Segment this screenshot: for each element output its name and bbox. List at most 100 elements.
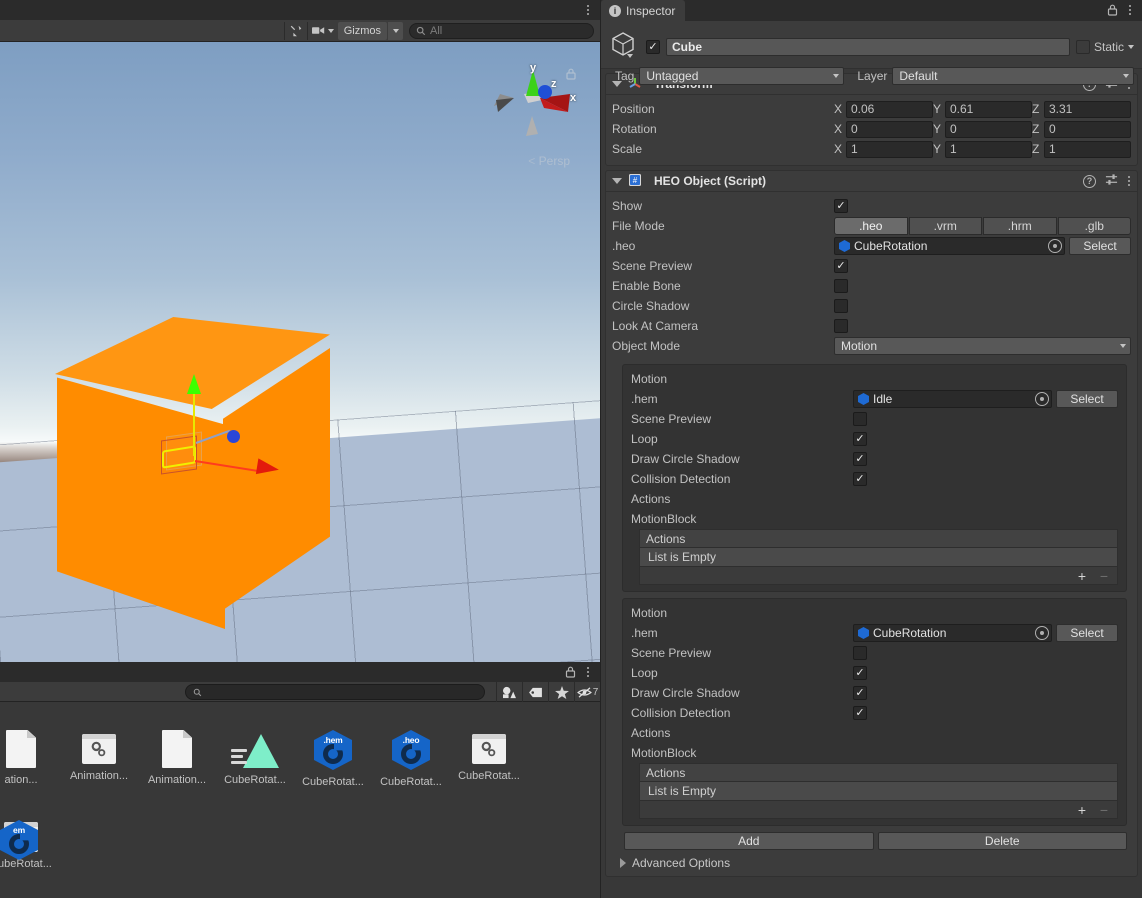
collision-detection-checkbox[interactable] — [853, 706, 867, 720]
project-lock-icon[interactable] — [565, 666, 576, 678]
gizmos-dropdown-arrow-icon[interactable] — [387, 21, 403, 40]
camera-dropdown-arrow-icon[interactable] — [327, 28, 334, 33]
hem-object-field[interactable]: CubeRotation — [853, 624, 1052, 642]
look-at-camera-checkbox[interactable] — [834, 319, 848, 333]
show-checkbox[interactable] — [834, 199, 848, 213]
delete-motion-button[interactable]: Delete — [877, 832, 1127, 850]
heo-select-button[interactable]: Select — [1069, 237, 1131, 255]
circle-shadow-checkbox[interactable] — [834, 299, 848, 313]
position-z-input[interactable]: 3.31 — [1044, 100, 1131, 118]
gameobject-enabled-checkbox[interactable] — [646, 40, 660, 54]
rotation-y-input[interactable]: 0 — [945, 120, 1032, 138]
static-dropdown-arrow-icon[interactable] — [1128, 45, 1134, 49]
scale-y-input[interactable]: 1 — [945, 140, 1032, 158]
scene-viewport[interactable]: y x z < Persp — [0, 42, 600, 662]
heo-object-menu-icon[interactable] — [1127, 174, 1131, 188]
tag-dropdown[interactable]: Untagged — [639, 67, 845, 85]
project-search-input[interactable] — [185, 684, 485, 700]
move-gizmo-y-axis[interactable] — [193, 388, 195, 456]
favorites-star-icon[interactable] — [548, 682, 574, 702]
scene-orientation-gizmo[interactable]: y x z < Persp — [488, 62, 578, 172]
add-action-button[interactable]: + — [1071, 568, 1093, 584]
static-toggle[interactable]: Static — [1075, 40, 1134, 54]
file-mode-vrm-button[interactable]: .vrm — [908, 217, 982, 235]
asset-item[interactable]: Animation... — [138, 722, 216, 810]
loop-checkbox[interactable] — [853, 432, 867, 446]
asset-item[interactable]: .hem CubeRotat... — [294, 722, 372, 810]
scene-view-menu-icon[interactable] — [582, 3, 594, 17]
row-motionblock: MotionBlock — [631, 743, 1118, 763]
position-x-input[interactable]: 0.06 — [846, 100, 933, 118]
scale-z-input[interactable]: 1 — [1044, 140, 1131, 158]
remove-action-button[interactable]: − — [1093, 802, 1115, 818]
asset-item[interactable]: em — [0, 820, 56, 860]
object-mode-dropdown[interactable]: Motion — [834, 337, 1131, 355]
label-filter-icon[interactable] — [522, 682, 548, 702]
heo-object-header[interactable]: # HEO Object (Script) ? — [606, 171, 1137, 192]
help-icon[interactable]: ? — [1083, 174, 1096, 188]
heo-foldout-icon[interactable] — [612, 178, 622, 184]
add-motion-button[interactable]: Add — [624, 832, 874, 850]
hem-object-field[interactable]: Idle — [853, 390, 1052, 408]
asset-item[interactable]: CubeRotat... — [450, 722, 528, 810]
enable-bone-checkbox[interactable] — [834, 279, 848, 293]
asset-label: Animation... — [69, 770, 129, 782]
advanced-options-arrow-icon[interactable] — [620, 858, 626, 868]
move-gizmo-x-arrow-icon[interactable] — [255, 458, 281, 478]
object-picker-icon[interactable] — [1035, 392, 1049, 406]
project-panel-menu-icon[interactable] — [582, 665, 594, 679]
file-mode-glb-button[interactable]: .glb — [1057, 217, 1131, 235]
inspector-lock-icon[interactable] — [1107, 4, 1118, 16]
rotation-x-input[interactable]: 0 — [846, 120, 933, 138]
object-picker-icon[interactable] — [1035, 626, 1049, 640]
asset-item[interactable]: .heo CubeRotat... — [372, 722, 450, 810]
remove-action-button[interactable]: − — [1093, 568, 1115, 584]
asset-item[interactable]: CubeRotat... — [216, 722, 294, 810]
cs-script-icon: # — [628, 173, 642, 190]
heo-object-field[interactable]: CubeRotation — [834, 237, 1065, 255]
scale-x-input[interactable]: 1 — [846, 140, 933, 158]
hem-select-button[interactable]: Select — [1056, 390, 1118, 408]
hem-select-button[interactable]: Select — [1056, 624, 1118, 642]
axis-z-label: Z — [1032, 102, 1040, 116]
asset-item[interactable]: ation... — [0, 722, 60, 810]
loop-checkbox[interactable] — [853, 666, 867, 680]
scene-search-input[interactable]: All — [409, 22, 594, 39]
scene-camera-icon[interactable] — [306, 21, 338, 40]
hidden-items-icon[interactable]: 7 — [574, 682, 600, 702]
cube-gameobject-icon[interactable] — [610, 31, 636, 58]
row-loop: Loop — [631, 429, 1118, 449]
asset-item[interactable]: Animation... — [60, 722, 138, 810]
scene-lock-icon[interactable] — [566, 68, 576, 80]
static-checkbox[interactable] — [1075, 40, 1090, 54]
scene-preview-checkbox[interactable] — [834, 259, 848, 273]
motion-header-label: Motion — [631, 606, 668, 620]
object-picker-icon[interactable] — [1048, 239, 1062, 253]
loop-label: Loop — [631, 432, 658, 446]
gameobject-name-input[interactable]: Cube — [666, 38, 1070, 56]
file-mode-hrm-button[interactable]: .hrm — [983, 217, 1057, 235]
advanced-options-foldout[interactable]: Advanced Options — [612, 852, 1131, 870]
collision-detection-checkbox[interactable] — [853, 472, 867, 486]
type-filter-icon[interactable] — [496, 682, 522, 702]
draw-circle-shadow-checkbox[interactable] — [853, 686, 867, 700]
tools-icon[interactable] — [283, 21, 307, 40]
motion-scene-preview-checkbox[interactable] — [853, 412, 867, 426]
projection-mode-label[interactable]: < Persp — [528, 154, 570, 168]
row-look-at-camera: Look At Camera — [612, 316, 1131, 336]
layer-dropdown[interactable]: Default — [892, 67, 1134, 85]
position-y-input[interactable]: 0.61 — [945, 100, 1032, 118]
move-gizmo-y-arrow-icon[interactable] — [187, 374, 201, 394]
inspector-menu-icon[interactable] — [1124, 3, 1136, 17]
rotation-z-input[interactable]: 0 — [1044, 120, 1131, 138]
file-mode-heo-button[interactable]: .heo — [834, 217, 908, 235]
gizmos-button[interactable]: Gizmos — [337, 21, 387, 40]
draw-circle-shadow-checkbox[interactable] — [853, 452, 867, 466]
cube-object[interactable] — [55, 312, 345, 652]
preset-icon[interactable] — [1105, 173, 1118, 189]
tab-inspector[interactable]: i Inspector — [601, 0, 686, 21]
motion-scene-preview-checkbox[interactable] — [853, 646, 867, 660]
add-action-button[interactable]: + — [1071, 802, 1093, 818]
move-gizmo-z-handle-icon[interactable] — [227, 430, 240, 443]
project-asset-area[interactable]: ation... Animation... Animation... CubeR… — [0, 702, 600, 898]
